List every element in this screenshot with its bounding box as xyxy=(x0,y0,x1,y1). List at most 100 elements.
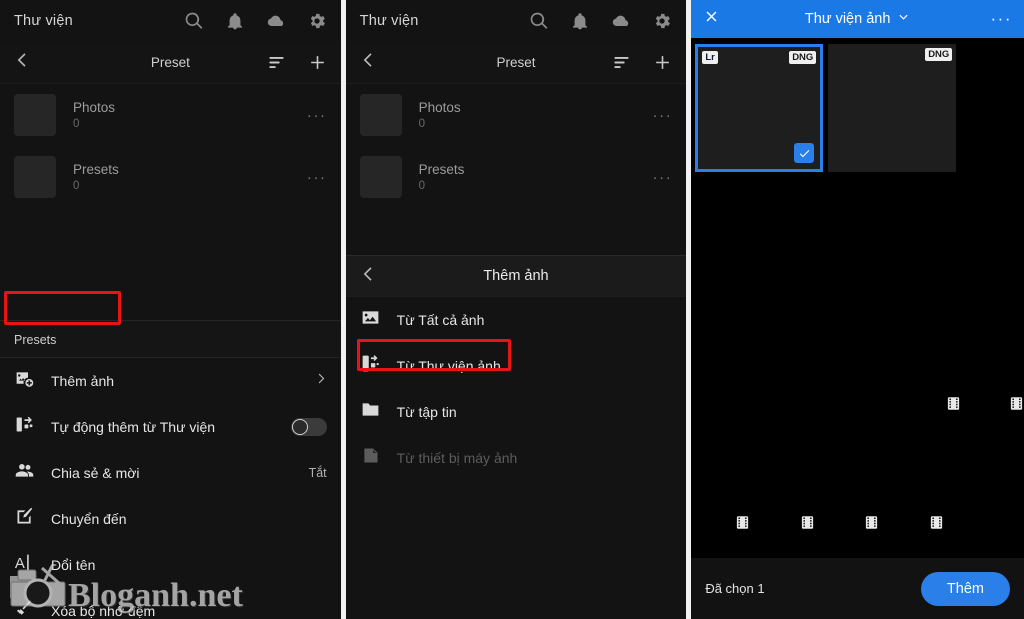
overflow-menu-icon[interactable]: ··· xyxy=(653,107,673,124)
overflow-menu-icon[interactable]: ··· xyxy=(307,169,327,186)
watermark-text: Bloganh.net xyxy=(68,577,243,614)
toggle-knob xyxy=(291,419,308,435)
overflow-menu-icon[interactable]: ··· xyxy=(307,107,327,124)
auto-add-toggle[interactable] xyxy=(290,418,327,436)
sheet-item-tu-tap-tin[interactable]: Từ tập tin xyxy=(346,389,687,435)
collection-row-presets[interactable]: Presets 0 ··· xyxy=(346,146,687,208)
camera-device-icon xyxy=(360,445,381,471)
video-marker-icon xyxy=(929,514,944,531)
video-marker-icon xyxy=(946,395,961,412)
menu-item-chia-se[interactable]: Chia sẻ & mời Tắt xyxy=(0,450,341,496)
menu-item-them-anh[interactable]: Thêm ảnh xyxy=(0,358,341,404)
format-badge: DNG xyxy=(789,51,817,64)
plus-icon[interactable] xyxy=(653,53,672,72)
collection-thumbnail xyxy=(359,94,402,136)
menu-item-label: Tự động thêm từ Thư viện xyxy=(51,419,216,435)
menu-item-chuyen-den[interactable]: Chuyển đến xyxy=(0,496,341,542)
gallery-bottom-bar: Đã chọn 1 Thêm xyxy=(691,558,1024,619)
collection-count: 0 xyxy=(418,117,426,130)
sheet-item-tu-thu-vien-anh[interactable]: Từ Thư viện ảnh xyxy=(346,343,687,389)
video-marker-icon xyxy=(800,514,815,531)
camera-icon xyxy=(8,562,74,613)
sheet-item-tu-thiet-bi-may-anh[interactable]: Từ thiết bị máy ảnh xyxy=(346,435,687,481)
mid-appbar-icons xyxy=(529,11,672,31)
add-photo-icon xyxy=(14,368,35,394)
watermark: Bloganh.net xyxy=(8,562,243,613)
cloud-icon[interactable] xyxy=(611,11,631,31)
collection-thumbnail xyxy=(359,156,402,198)
auto-add-icon xyxy=(14,414,35,440)
left-appbar-title: Thư viện xyxy=(14,13,73,29)
format-badge: DNG xyxy=(925,48,953,61)
collection-row-photos[interactable]: Photos 0 ··· xyxy=(0,84,341,146)
back-chevron-icon[interactable] xyxy=(14,51,32,74)
share-status-value: Tắt xyxy=(308,466,327,480)
collection-thumbnail xyxy=(14,94,56,136)
overflow-menu-icon[interactable]: ··· xyxy=(653,169,673,186)
photo-icon xyxy=(360,307,381,333)
back-chevron-icon[interactable] xyxy=(360,265,378,288)
sort-icon[interactable] xyxy=(267,53,286,72)
menu-item-tu-dong-them[interactable]: Tự động thêm từ Thư viện xyxy=(0,404,341,450)
chevron-down-icon xyxy=(897,11,910,28)
screenshot-root: Thư viện Preset Photos 0 ··· Presets 0 ·… xyxy=(0,0,1024,619)
gallery-grid: Lr DNG DNG xyxy=(691,38,1024,558)
folder-icon xyxy=(360,399,381,425)
menu-item-label: Chia sẻ & mời xyxy=(51,465,140,481)
overflow-menu-icon[interactable]: ··· xyxy=(991,9,1012,29)
collection-count: 0 xyxy=(73,179,80,192)
menu-item-label: Thêm ảnh xyxy=(51,373,115,389)
plus-icon[interactable] xyxy=(308,53,327,72)
mid-appbar-title: Thư viện xyxy=(359,13,419,29)
sheet-title: Thêm ảnh xyxy=(483,268,549,284)
video-marker-icon xyxy=(735,514,750,531)
selected-checkmark-icon[interactable] xyxy=(794,143,815,163)
cloud-icon[interactable] xyxy=(266,11,286,31)
gallery-thumbnail[interactable]: DNG xyxy=(828,44,957,172)
section-label-presets: Presets xyxy=(0,320,341,358)
lr-badge: Lr xyxy=(702,51,718,64)
mid-appbar: Thư viện xyxy=(345,0,687,42)
gear-icon[interactable] xyxy=(652,11,672,31)
gear-icon[interactable] xyxy=(307,11,327,31)
collection-name: Photos xyxy=(418,99,461,115)
video-marker-icon xyxy=(1009,395,1024,412)
close-icon[interactable] xyxy=(703,8,720,30)
collection-row-presets[interactable]: Presets 0 ··· xyxy=(0,146,341,208)
left-appbar: Thư viện xyxy=(0,0,341,42)
add-button[interactable]: Thêm xyxy=(920,571,1010,606)
panel-middle: Thư viện Preset Photos 0 ··· Presets 0 ·… xyxy=(345,0,687,619)
back-chevron-icon[interactable] xyxy=(360,51,378,74)
gallery-thumbnail-selected[interactable]: Lr DNG xyxy=(695,44,824,172)
gallery-topbar: Thư viện ảnh ··· xyxy=(691,0,1024,38)
mid-subbar: Preset xyxy=(345,42,687,84)
bell-icon[interactable] xyxy=(570,11,590,31)
collection-row-photos[interactable]: Photos 0 ··· xyxy=(346,84,687,146)
left-subbar: Preset xyxy=(0,42,341,84)
bell-icon[interactable] xyxy=(225,11,245,31)
search-icon[interactable] xyxy=(529,11,549,31)
search-icon[interactable] xyxy=(184,11,204,31)
collection-count: 0 xyxy=(73,117,80,130)
collection-name: Presets xyxy=(73,161,119,177)
move-to-icon xyxy=(14,506,35,532)
sheet-item-label: Từ Tất cả ảnh xyxy=(396,312,485,328)
gallery-icon xyxy=(360,353,381,379)
chevron-right-icon xyxy=(314,372,327,390)
collection-thumbnail xyxy=(14,156,56,198)
sheet-item-label: Từ thiết bị máy ảnh xyxy=(396,450,518,466)
sheet-header: Thêm ảnh xyxy=(345,255,687,297)
selected-count-label: Đã chọn 1 xyxy=(705,581,765,596)
collection-count: 0 xyxy=(418,179,426,192)
video-marker-icon xyxy=(864,514,879,531)
collection-name: Presets xyxy=(418,161,465,177)
sheet-item-label: Từ Thư viện ảnh xyxy=(396,358,501,374)
sheet-item-label: Từ tập tin xyxy=(396,404,457,420)
gallery-title: Thư viện ảnh xyxy=(804,11,891,27)
gallery-title-group[interactable]: Thư viện ảnh xyxy=(691,11,1024,28)
sort-icon[interactable] xyxy=(612,53,631,72)
sheet-item-tu-tat-ca-anh[interactable]: Từ Tất cả ảnh xyxy=(346,297,687,343)
panel-right: Thư viện ảnh ··· Lr DNG DNG Đã chọn 1 Th… xyxy=(691,0,1024,619)
left-appbar-icons xyxy=(184,11,327,31)
panel-left: Thư viện Preset Photos 0 ··· Presets 0 ·… xyxy=(0,0,341,619)
